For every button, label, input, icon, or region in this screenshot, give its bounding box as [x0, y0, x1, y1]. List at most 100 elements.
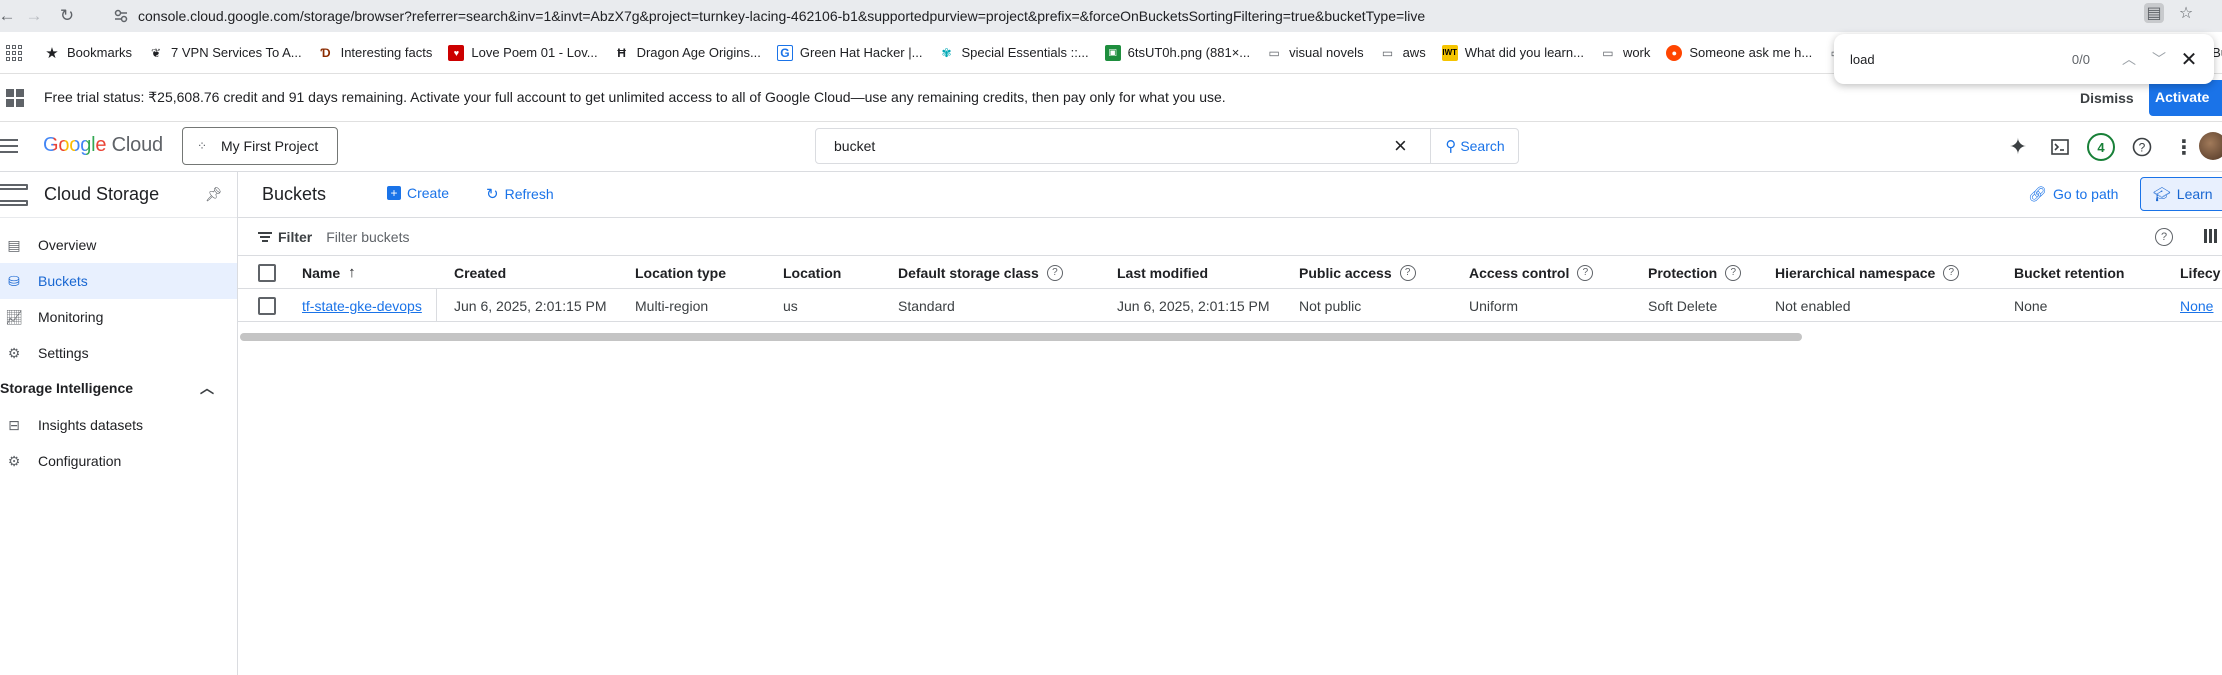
main-content: Buckets + Create ↻ Refresh 🔗︎ Go to path…	[238, 172, 2222, 675]
bookmark-item[interactable]: ✾ Special Essentials ::...	[930, 39, 1096, 67]
main-menu-icon[interactable]	[0, 139, 18, 153]
cell-lifecycle-link[interactable]: None	[2180, 289, 2213, 322]
google-cloud-logo[interactable]: Google Cloud	[43, 134, 163, 157]
filter-input[interactable]: Filter buckets	[326, 229, 409, 245]
col-header-name[interactable]: Name ↑	[302, 256, 356, 289]
refresh-button[interactable]: ↻ Refresh	[486, 185, 554, 203]
col-header-access-control[interactable]: Access control?	[1469, 256, 1594, 289]
find-in-page-bar: load 0/0 ︿ ﹀ ✕	[1834, 34, 2214, 84]
site-favicon: G	[776, 44, 793, 61]
pin-icon[interactable]: 📌︎	[205, 186, 223, 203]
project-picker-button[interactable]: ⁘ My First Project	[182, 127, 338, 165]
bookmark-item[interactable]: ● Someone ask me h...	[1658, 39, 1820, 67]
table-row[interactable]: tf-state-gke-devops Jun 6, 2025, 2:01:15…	[238, 289, 2222, 322]
nav-item-buckets[interactable]: ⛁ Buckets	[0, 263, 237, 299]
cell-last-modified: Jun 6, 2025, 2:01:15 PM	[1117, 297, 1270, 314]
find-prev-icon[interactable]: ︿	[2114, 44, 2144, 74]
gemini-sparkle-icon[interactable]: ✦	[2003, 132, 2033, 162]
forward-icon[interactable]: →	[24, 0, 44, 32]
url-text[interactable]: console.cloud.google.com/storage/browser…	[138, 8, 1425, 24]
col-header-bucket-retention[interactable]: Bucket retention	[2014, 256, 2124, 289]
create-button[interactable]: + Create	[387, 185, 449, 201]
page-toolbar: Buckets + Create ↻ Refresh 🔗︎ Go to path…	[238, 172, 2222, 218]
clear-search-icon[interactable]: ×	[1394, 135, 1407, 157]
col-header-protection[interactable]: Protection?	[1648, 256, 1742, 289]
help-icon[interactable]: ?	[1943, 264, 1960, 281]
page-action-icon[interactable]: ▤	[2144, 3, 2164, 23]
nav-item-configuration[interactable]: ⚙ Configuration	[0, 443, 237, 479]
select-all-checkbox[interactable]	[258, 256, 276, 289]
site-favicon: ▣	[1104, 44, 1121, 61]
nav-item-settings[interactable]: ⚙ Settings	[0, 335, 237, 371]
col-header-location-type[interactable]: Location type	[635, 256, 726, 289]
column-display-icon[interactable]	[2204, 229, 2218, 243]
nav-item-insights-datasets[interactable]: ⊟ Insights datasets	[0, 407, 237, 443]
help-icon[interactable]: ?	[2127, 132, 2157, 162]
activate-button[interactable]: Activate	[2149, 80, 2222, 116]
help-icon[interactable]: ?	[1577, 264, 1594, 281]
help-icon[interactable]: ?	[2155, 228, 2173, 246]
learn-button[interactable]: 🎓︎ Learn	[2140, 177, 2222, 211]
col-header-created[interactable]: Created	[454, 256, 506, 289]
col-header-storage-class[interactable]: Default storage class?	[898, 256, 1063, 289]
filter-icon[interactable]	[258, 231, 272, 242]
bookmark-star-icon[interactable]: ☆	[2176, 3, 2196, 23]
help-icon[interactable]: ?	[1725, 264, 1742, 281]
col-header-public-access[interactable]: Public access?	[1299, 256, 1416, 289]
bookmark-item[interactable]: ♥ Love Poem 01 - Lov...	[440, 39, 605, 67]
search-button[interactable]: ⚲ Search	[1430, 129, 1519, 163]
dataset-icon: ⊟	[8, 416, 20, 433]
reload-icon[interactable]: ↻	[56, 0, 78, 32]
nav-section-storage-intelligence[interactable]: Storage Intelligence ︿	[0, 372, 237, 404]
find-next-icon[interactable]: ﹀	[2144, 44, 2174, 74]
bookmark-folder[interactable]: ▭ aws	[1372, 39, 1434, 67]
go-to-path-button[interactable]: 🔗︎ Go to path	[2028, 185, 2118, 203]
bookmark-item[interactable]: ★ Bookmarks	[36, 39, 140, 67]
find-close-icon[interactable]: ✕	[2174, 44, 2204, 74]
bookmark-item[interactable]: ▣ 6tsUT0h.png (881×...	[1097, 39, 1259, 67]
site-favicon: ✾	[941, 45, 952, 60]
apps-grid-icon[interactable]	[6, 44, 22, 61]
row-checkbox[interactable]	[258, 289, 276, 322]
bookmark-item[interactable]: G Green Hat Hacker |...	[769, 39, 931, 67]
bookmark-folder[interactable]: ▭ work	[1592, 39, 1658, 67]
horizontal-scrollbar[interactable]	[240, 333, 1802, 341]
add-box-icon: +	[387, 186, 401, 200]
nav-item-monitoring[interactable]: 📈︎ Monitoring	[0, 299, 237, 335]
notifications-badge[interactable]: 4	[2087, 133, 2115, 161]
back-icon[interactable]: ←	[0, 0, 16, 32]
cell-access-control: Uniform	[1469, 297, 1519, 314]
cell-storage-class: Standard	[898, 297, 955, 314]
nav-item-overview[interactable]: ▤ Overview	[0, 227, 237, 263]
product-title: Cloud Storage	[44, 184, 160, 204]
help-icon[interactable]: ?	[1399, 264, 1416, 281]
trial-status-icon	[6, 88, 24, 107]
help-icon[interactable]: ?	[1046, 264, 1063, 281]
bookmark-item[interactable]: Ɗ Interesting facts	[310, 39, 441, 67]
sort-ascending-icon[interactable]: ↑	[348, 264, 356, 281]
column-divider	[436, 289, 437, 322]
bucket-name-link[interactable]: tf-state-gke-devops	[302, 289, 422, 322]
search-input[interactable]: bucket	[834, 138, 875, 154]
avatar[interactable]	[2199, 132, 2222, 160]
bookmark-item[interactable]: Ħ Dragon Age Origins...	[606, 39, 769, 67]
chevron-up-icon[interactable]: ︿	[200, 378, 214, 398]
dismiss-button[interactable]: Dismiss	[2070, 86, 2144, 110]
site-favicon: Ħ	[617, 45, 626, 60]
col-header-last-modified[interactable]: Last modified	[1117, 256, 1208, 289]
find-input[interactable]: load	[1850, 52, 2000, 67]
cell-protection: Soft Delete	[1648, 297, 1718, 314]
site-info-icon[interactable]	[114, 9, 128, 23]
cell-created: Jun 6, 2025, 2:01:15 PM	[454, 297, 607, 314]
search-box: bucket × ⚲ Search	[815, 128, 1519, 164]
bookmark-item[interactable]: ❦ 7 VPN Services To A...	[140, 39, 310, 67]
col-header-location[interactable]: Location	[783, 256, 841, 289]
col-header-lifecycle[interactable]: Lifecy	[2180, 256, 2220, 289]
overview-icon: ▤	[7, 236, 21, 253]
bookmark-item[interactable]: IWT What did you learn...	[1434, 39, 1592, 67]
more-vert-icon[interactable]: ⋮	[2169, 132, 2199, 162]
col-header-hierarchical-namespace[interactable]: Hierarchical namespace?	[1775, 256, 1960, 289]
address-bar[interactable]: console.cloud.google.com/storage/browser…	[104, 3, 2194, 29]
cloud-shell-icon[interactable]	[2045, 132, 2075, 162]
bookmark-folder[interactable]: ▭ visual novels	[1258, 39, 1371, 67]
